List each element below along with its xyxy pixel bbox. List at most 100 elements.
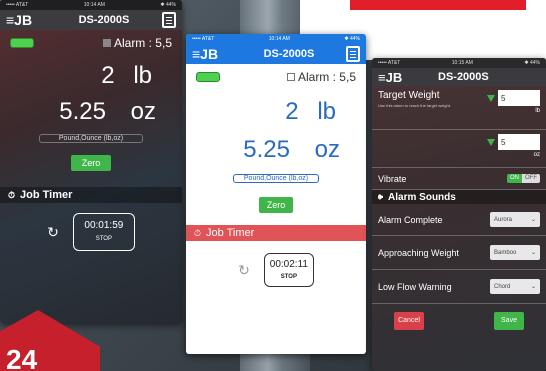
carrier-label: ••••• AT&T — [378, 60, 401, 66]
zero-button[interactable]: Zero — [259, 197, 293, 213]
target-oz-row: 5 oz — [372, 130, 546, 168]
pounds-value: 2 — [285, 98, 299, 125]
ounces-readout: 5.25 oz — [0, 90, 182, 126]
unit-select[interactable]: Pound,Ounce (lb,oz) — [39, 134, 143, 143]
status-bar: ••••• AT&T 10:14 AM ✱ 44% — [0, 0, 182, 10]
target-weight-help: Use this alarm to reach the target weigh… — [378, 103, 451, 108]
battery-indicator — [10, 38, 34, 48]
device-title: DS-2000S — [263, 48, 315, 60]
target-weight-row: Target Weight Use this alarm to reach th… — [372, 86, 546, 130]
vibrate-label: Vibrate — [378, 173, 407, 184]
pounds-unit: lb — [133, 62, 152, 89]
battery-status: ✱ 44% — [344, 36, 360, 42]
ounces-value: 5.25 — [243, 136, 290, 163]
cancel-button[interactable]: Cancel — [394, 312, 424, 330]
carrier-label: ••••• AT&T — [6, 2, 29, 8]
alarm-label: Alarm : 5,5 — [297, 70, 356, 84]
stop-label: STOP — [280, 274, 297, 280]
battery-status: ✱ 44% — [524, 60, 540, 66]
target-oz-input[interactable]: 5 — [498, 134, 540, 150]
clock: 10:14 AM — [83, 2, 105, 8]
low-flow-value: Chord — [494, 283, 511, 290]
job-timer-header: ⏱ Job Timer — [186, 225, 366, 241]
target-oz-arrow-icon — [487, 138, 495, 146]
ounces-unit: oz — [314, 136, 340, 163]
pounds-readout: 2 lb — [0, 56, 182, 90]
carrier-label: ••••• AT&T — [192, 36, 215, 42]
target-weight-label: Target Weight — [378, 90, 440, 101]
ounces-value: 5.25 — [59, 98, 106, 125]
nav-bar: ≡JB DS-2000S — [0, 10, 182, 30]
brand-logo: ≡JB — [6, 12, 33, 28]
alarm-label: Alarm : 5,5 — [113, 36, 172, 50]
battery-indicator — [196, 72, 220, 82]
pounds-value: 2 — [101, 62, 115, 89]
clock: 10:15 AM — [451, 60, 473, 66]
job-timer-title: Job Timer — [206, 227, 255, 239]
alarm-complete-row: Alarm Complete Aurora ⌄ — [372, 204, 546, 236]
pounds-readout: 2 lb — [186, 90, 366, 126]
alarm-sounds-title: Alarm Sounds — [388, 191, 456, 203]
device-title: DS-2000S — [78, 14, 130, 26]
chevron-down-icon: ⌄ — [530, 217, 536, 223]
phone-dark-main-screen: ••••• AT&T 10:14 AM ✱ 44% ≡JB DS-2000S A… — [0, 0, 182, 323]
chevron-down-icon: ⌄ — [530, 284, 536, 290]
timer-icon: ⏱ — [8, 189, 16, 200]
device-title: DS-2000S — [438, 71, 489, 83]
toggle-off-label: OFF — [522, 174, 540, 183]
pounds-unit: lb — [317, 98, 336, 125]
page-number: 24 — [6, 344, 38, 371]
reset-icon[interactable]: ↻ — [47, 224, 59, 241]
checkbox-icon[interactable] — [286, 73, 295, 81]
brand-logo: ≡JB — [192, 46, 219, 62]
speaker-icon: 🕪 — [378, 192, 384, 201]
clipboard-icon[interactable] — [162, 12, 176, 28]
vibrate-toggle[interactable]: ON OFF — [507, 174, 540, 183]
low-flow-row: Low Flow Warning Chord ⌄ — [372, 270, 546, 304]
alarm-complete-value: Aurora — [494, 216, 513, 223]
target-oz-unit: oz — [533, 152, 540, 158]
approaching-weight-value: Bamboo — [494, 249, 517, 256]
approaching-weight-select[interactable]: Bamboo ⌄ — [490, 245, 540, 260]
timer-value: 00:02:11 — [269, 259, 308, 270]
target-lb-input[interactable]: 5 — [498, 90, 540, 106]
stop-label: STOP — [95, 236, 112, 242]
reset-icon[interactable]: ↻ — [238, 262, 250, 279]
approaching-weight-label: Approaching Weight — [378, 247, 459, 258]
job-timer-title: Job Timer — [20, 189, 73, 201]
clipboard-icon[interactable] — [346, 46, 360, 62]
status-bar: ••••• AT&T 10:14 AM ✱ 44% — [186, 34, 366, 44]
low-flow-label: Low Flow Warning — [378, 281, 452, 292]
low-flow-select[interactable]: Chord ⌄ — [490, 279, 540, 294]
timer-stop-button[interactable]: 00:01:59 STOP — [72, 213, 135, 251]
ounces-unit: oz — [130, 98, 156, 125]
zero-button[interactable]: Zero — [71, 155, 111, 171]
ounces-readout: 5.25 oz — [186, 126, 366, 164]
alarm-toggle[interactable]: Alarm : 5,5 — [286, 70, 356, 84]
timer-stop-button[interactable]: 00:02:11 STOP — [263, 253, 314, 287]
job-timer-header: ⏱ Job Timer — [0, 187, 182, 203]
unit-select[interactable]: Pound,Ounce (lb,oz) — [233, 174, 319, 183]
approaching-weight-row: Approaching Weight Bamboo ⌄ — [372, 236, 546, 270]
alarm-complete-select[interactable]: Aurora ⌄ — [490, 212, 540, 227]
target-lb-unit: lb — [535, 108, 540, 114]
target-lb-arrow-icon — [487, 94, 495, 102]
alarm-complete-label: Alarm Complete — [378, 214, 443, 225]
nav-bar: ≡JB DS-2000S — [372, 68, 546, 86]
phone-light-main-screen: ••••• AT&T 10:14 AM ✱ 44% ≡JB DS-2000S A… — [186, 34, 366, 354]
toggle-on-label: ON — [507, 174, 522, 183]
timer-icon: ⏱ — [194, 227, 202, 238]
alarm-toggle[interactable]: Alarm : 5,5 — [102, 36, 172, 50]
brand-logo: ≡JB — [378, 69, 403, 85]
checkbox-icon[interactable] — [102, 39, 111, 47]
phone-settings-screen: ••••• AT&T 10:15 AM ✱ 44% ≡JB DS-2000S T… — [372, 58, 546, 371]
clock: 10:14 AM — [268, 36, 290, 42]
save-button[interactable]: Save — [494, 312, 524, 330]
status-bar: ••••• AT&T 10:15 AM ✱ 44% — [372, 58, 546, 68]
nav-bar: ≡JB DS-2000S — [186, 44, 366, 64]
background-red-strip — [350, 0, 526, 12]
alarm-sounds-header: 🕪 Alarm Sounds — [372, 190, 546, 204]
vibrate-row: Vibrate ON OFF — [372, 168, 546, 190]
chevron-down-icon: ⌄ — [530, 250, 536, 256]
timer-value: 00:01:59 — [84, 220, 124, 231]
